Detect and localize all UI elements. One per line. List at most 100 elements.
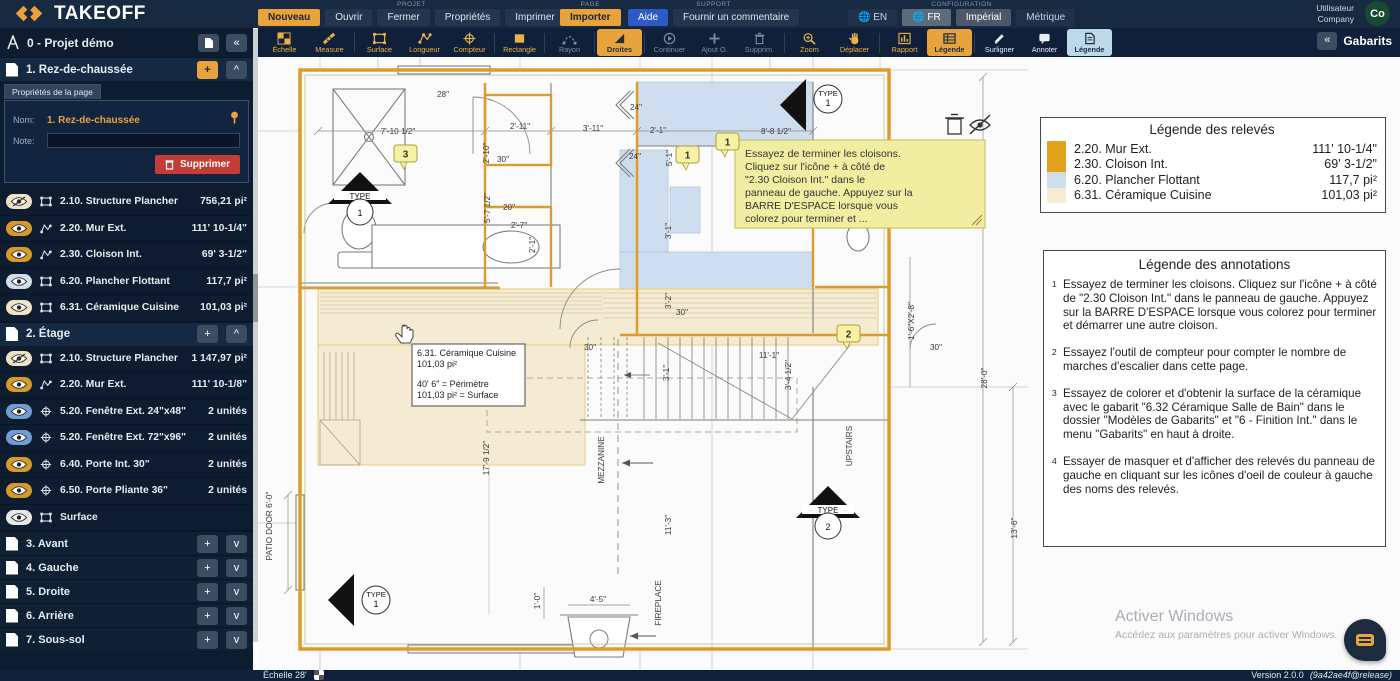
takeoff-row[interactable]: 2.20. Mur Ext. 111' 10-1/8" <box>0 372 253 399</box>
section-etage[interactable]: 2. Étage + ^ <box>0 322 253 346</box>
tool-rapport[interactable]: Rapport <box>882 29 927 56</box>
takeoff-row[interactable]: 6.50. Porte Pliante 36" 2 unités <box>0 478 253 505</box>
tool-surface[interactable]: Surface <box>357 29 402 56</box>
expand-section-button[interactable]: v <box>226 535 247 553</box>
nouveau-button[interactable]: Nouveau <box>258 9 320 26</box>
gabarits-panel-toggle[interactable]: « Gabarits <box>1317 32 1392 50</box>
aide-button[interactable]: Aide <box>628 9 668 26</box>
visibility-eye-icon[interactable] <box>6 274 32 289</box>
annotation-badge[interactable]: 3 <box>394 145 417 169</box>
dim-label: 30" <box>930 343 942 352</box>
chat-support-button[interactable] <box>1344 619 1386 661</box>
legend-annotations-panel[interactable]: Légende des annotations 1Essayez de term… <box>1043 250 1386 547</box>
sidebar-page-arriere[interactable]: 6. Arrière + v <box>0 603 253 627</box>
takeoff-row[interactable]: 2.10. Structure Plancher 756,21 pi² <box>0 189 253 216</box>
sidebar-scrollbar[interactable] <box>253 29 258 642</box>
patio-door-label: PATIO DOOR 6'-0" <box>265 492 274 561</box>
lang-en-button[interactable]: 🌐 EN <box>848 9 897 26</box>
visibility-eye-icon[interactable] <box>6 377 32 392</box>
takeoff-row[interactable]: 6.20. Plancher Flottant 117,7 pi² <box>0 269 253 296</box>
tool-rayon[interactable]: Rayon <box>547 29 592 56</box>
tool-legende-annotations[interactable]: Légende <box>1067 29 1112 56</box>
fermer-button[interactable]: Fermer <box>377 9 429 26</box>
add-takeoff-button[interactable]: + <box>197 325 218 343</box>
collapse-sidebar-button[interactable]: « <box>226 34 247 52</box>
proprietes-button[interactable]: Propriétés <box>435 9 501 26</box>
lang-fr-button[interactable]: 🌐 FR <box>902 9 951 26</box>
tool-rectangle[interactable]: Rectangle <box>497 29 542 56</box>
tool-ajout[interactable]: Ajout O. <box>692 29 737 56</box>
visibility-eye-icon[interactable] <box>6 247 32 262</box>
tool-supprimer[interactable]: Supprim. <box>737 29 782 56</box>
visibility-eye-icon[interactable] <box>6 430 32 445</box>
export-page-button[interactable] <box>198 34 219 52</box>
ouvrir-button[interactable]: Ouvrir <box>325 9 372 26</box>
section-rez-de-chaussee[interactable]: 1. Rez-de-chaussée + ^ <box>0 57 253 81</box>
takeoff-row[interactable]: 6.31. Céramique Cuisine 101,03 pi² <box>0 295 253 322</box>
supprimer-button[interactable]: Supprimer <box>155 155 240 174</box>
add-takeoff-button[interactable]: + <box>197 631 218 649</box>
visibility-eye-icon[interactable] <box>6 300 32 315</box>
takeoff-row[interactable]: 2.10. Structure Plancher 1 147,97 pi² <box>0 346 253 373</box>
takeoff-row[interactable]: Surface <box>0 505 253 532</box>
legend-releves-panel[interactable]: Légende des relevés 2.20. Mur Ext. 111' … <box>1040 117 1386 213</box>
tool-compteur[interactable]: Compteur <box>447 29 492 56</box>
expand-section-button[interactable]: v <box>226 607 247 625</box>
tool-surligner[interactable]: Surligner <box>977 29 1022 56</box>
tool-legende-releves[interactable]: Légende <box>927 29 972 56</box>
takeoff-row[interactable]: 5.20. Fenêtre Ext. 24"x48" 2 unités <box>0 399 253 426</box>
scrollbar-thumb[interactable] <box>253 274 258 322</box>
compass-icon <box>6 35 20 50</box>
note-input[interactable] <box>47 133 240 148</box>
visibility-eye-off-icon[interactable] <box>6 194 32 209</box>
tool-annoter[interactable]: Annoter <box>1022 29 1067 56</box>
delete-annotation-icon[interactable] <box>945 115 964 135</box>
hide-annotation-icon[interactable] <box>970 115 990 134</box>
importer-button[interactable]: Importer <box>560 9 621 26</box>
visibility-eye-off-icon[interactable] <box>6 351 32 366</box>
takeoff-row[interactable]: 2.20. Mur Ext. 111' 10-1/4" <box>0 216 253 243</box>
add-takeoff-button[interactable]: + <box>197 559 218 577</box>
tool-echelle[interactable]: Échelle <box>262 29 307 56</box>
expand-section-button[interactable]: v <box>226 583 247 601</box>
user-avatar[interactable]: Co <box>1365 1 1390 26</box>
takeoff-row[interactable]: 2.30. Cloison Int. 69' 3-1/2" <box>0 242 253 269</box>
metrique-button[interactable]: Métrique <box>1016 9 1075 26</box>
collapse-section-button[interactable]: ^ <box>226 61 247 79</box>
expand-section-button[interactable]: v <box>226 559 247 577</box>
expand-section-button[interactable]: v <box>226 631 247 649</box>
add-takeoff-button[interactable]: + <box>197 535 218 553</box>
tool-measure[interactable]: Measure <box>307 29 352 56</box>
annotation-note[interactable]: Essayez de terminer les cloisons. Clique… <box>716 133 985 228</box>
pin-icon[interactable] <box>229 111 240 129</box>
sidebar-page-avant[interactable]: 3. Avant + v <box>0 531 253 555</box>
sidebar-page-droite[interactable]: 5. Droite + v <box>0 579 253 603</box>
tool-zoom[interactable]: Zoom <box>787 29 832 56</box>
commentaire-button[interactable]: Fournir un commentaire <box>673 9 799 26</box>
imperial-button[interactable]: Impérial <box>956 9 1012 26</box>
plan-canvas[interactable]: 28" 7'-10 1/2" 2'-10" 2'-11" 3'-11" 24" … <box>258 57 1400 670</box>
length-icon <box>39 378 53 391</box>
collapse-gabarits-icon[interactable]: « <box>1317 32 1337 50</box>
tool-deplacer[interactable]: Déplacer <box>832 29 877 56</box>
imprimer-button[interactable]: Imprimer <box>505 9 564 26</box>
visibility-eye-icon[interactable] <box>6 510 32 525</box>
visibility-eye-icon[interactable] <box>6 404 32 419</box>
tool-longueur[interactable]: Longueur <box>402 29 447 56</box>
sidebar-page-gauche[interactable]: 4. Gauche + v <box>0 555 253 579</box>
menu-group-page: PAGE Importer <box>560 1 621 26</box>
sidebar-page-sous-sol[interactable]: 7. Sous-sol + v <box>0 627 253 651</box>
visibility-eye-icon[interactable] <box>6 457 32 472</box>
add-takeoff-button[interactable]: + <box>197 583 218 601</box>
scale-checker-icon[interactable] <box>314 670 324 680</box>
visibility-eye-icon[interactable] <box>6 483 32 498</box>
collapse-section-button[interactable]: ^ <box>226 325 247 343</box>
tool-continuer[interactable]: Continuer <box>647 29 692 56</box>
visibility-eye-icon[interactable] <box>6 221 32 236</box>
add-takeoff-button[interactable]: + <box>197 607 218 625</box>
takeoff-row[interactable]: 6.40. Porte Int. 30" 2 unités <box>0 452 253 479</box>
add-takeoff-button[interactable]: + <box>197 61 218 79</box>
takeoff-row[interactable]: 5.20. Fenêtre Ext. 72"x96" 2 unités <box>0 425 253 452</box>
tool-droites[interactable]: Droites <box>597 29 642 56</box>
annotation-badge[interactable]: 1 <box>676 146 699 170</box>
